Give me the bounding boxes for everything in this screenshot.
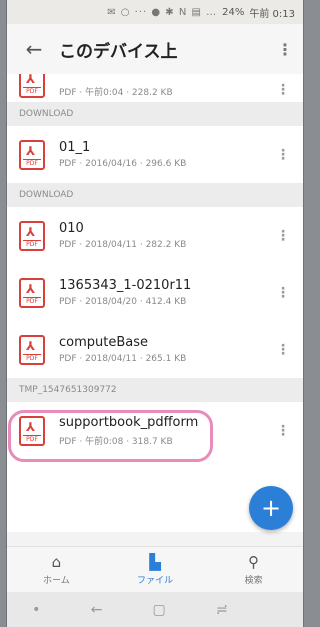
recents-icon[interactable]: ▢ (153, 602, 166, 618)
section-header: DOWNLOAD (7, 102, 303, 126)
back-arrow-icon[interactable]: ← (17, 37, 51, 61)
battery-level: 24% (222, 6, 245, 18)
list-item[interactable]: ⅄ PDF 01_1 PDF · 2016/04/16 · 296.6 KB ⋮ (7, 126, 303, 183)
section-header: DOWNLOAD (7, 183, 303, 207)
file-meta: PDF · 午前0:08 · 318.7 KB (59, 436, 173, 447)
back-icon[interactable]: ← (91, 602, 103, 618)
more-vert-icon[interactable]: ⋮ (273, 228, 293, 244)
status-time: 午前 0:13 (249, 8, 295, 20)
add-fab-button[interactable]: + (249, 486, 293, 530)
nav-item-home[interactable]: ⌂ ホーム (7, 547, 106, 592)
dot-icon: • (32, 601, 41, 618)
plus-icon: + (260, 494, 282, 522)
page-title: このデバイス上 (59, 41, 178, 62)
list-item[interactable]: ⅄ PDF 010 PDF · 2018/04/11 · 282.2 KB ⋮ (7, 207, 303, 264)
list-item[interactable]: ⅄ PDF computeBase PDF · 2018/04/11 · 265.… (7, 321, 303, 378)
more-vert-icon[interactable]: ⋮ (273, 423, 293, 439)
file-name: 01_1 (59, 140, 91, 155)
home-icon: ⌂ (51, 553, 62, 571)
pdf-file-icon: ⅄ PDF (19, 220, 45, 251)
search-icon: ⚲ (248, 553, 260, 571)
file-meta: PDF · 2016/04/16 · 296.6 KB (59, 159, 187, 169)
file-list: ⅄ PDF PDF · 午前0:04 · 228.2 KB ⋮ DOWNLOAD … (7, 74, 303, 532)
file-name: computeBase (59, 335, 149, 350)
more-vert-icon[interactable]: ⋮ (273, 342, 293, 358)
more-vert-icon[interactable]: ⋮ (273, 285, 293, 301)
pdf-file-icon: ⅄ PDF (19, 415, 45, 446)
status-icons: ✉ ○ ··· ● ✱ N ▤ … (107, 6, 218, 18)
nav-item-search[interactable]: ⚲ 検索 (204, 547, 303, 592)
nav-label: 検索 (244, 576, 263, 586)
file-meta: PDF · 2018/04/11 · 265.1 KB (59, 354, 187, 364)
status-bar: ✉ ○ ··· ● ✱ N ▤ … 24% 午前 0:13 (7, 0, 303, 24)
file-icon: ▙ (149, 553, 161, 571)
more-vert-icon[interactable]: ⋮ (273, 147, 293, 163)
list-item[interactable]: ⅄ PDF supportbook_pdfform PDF · 午前0:08 · … (7, 402, 303, 459)
more-vert-icon[interactable]: ⋮ (273, 82, 293, 98)
pdf-file-icon: ⅄ PDF (19, 139, 45, 170)
pdf-file-icon: ⅄ PDF (19, 277, 45, 308)
bottom-nav: ⌂ ホーム ▙ ファイル ⚲ 検索 (7, 546, 303, 592)
nav-label: ホーム (42, 576, 70, 586)
file-name: 1365343_1-0210r11 (59, 278, 192, 293)
file-name: supportbook_pdfform (59, 414, 199, 430)
phone-screen: ✉ ○ ··· ● ✱ N ▤ … 24% 午前 0:13 ← このデバイス上 … (6, 0, 304, 627)
nav-item-files[interactable]: ▙ ファイル (106, 547, 205, 592)
system-nav-bar: • ← ▢ ≓ (7, 592, 303, 627)
file-meta: PDF · 2018/04/20 · 412.4 KB (59, 297, 187, 307)
home-button-icon[interactable]: ≓ (216, 602, 228, 618)
pdf-file-icon: ⅄ PDF (19, 74, 45, 98)
list-item[interactable]: ⅄ PDF 1365343_1-0210r11 PDF · 2018/04/20 … (7, 264, 303, 321)
list-item[interactable]: ⅄ PDF PDF · 午前0:04 · 228.2 KB ⋮ (7, 74, 303, 102)
nav-label: ファイル (137, 576, 174, 586)
app-bar: ← このデバイス上 ⋮ (7, 24, 303, 74)
pdf-file-icon: ⅄ PDF (19, 334, 45, 365)
section-header: TMP_1547651309772 (7, 378, 303, 402)
more-vert-icon[interactable]: ⋮ (273, 40, 297, 59)
file-meta: PDF · 2018/04/11 · 282.2 KB (59, 240, 187, 250)
file-name: 010 (59, 221, 84, 236)
file-meta: PDF · 午前0:04 · 228.2 KB (59, 88, 173, 98)
